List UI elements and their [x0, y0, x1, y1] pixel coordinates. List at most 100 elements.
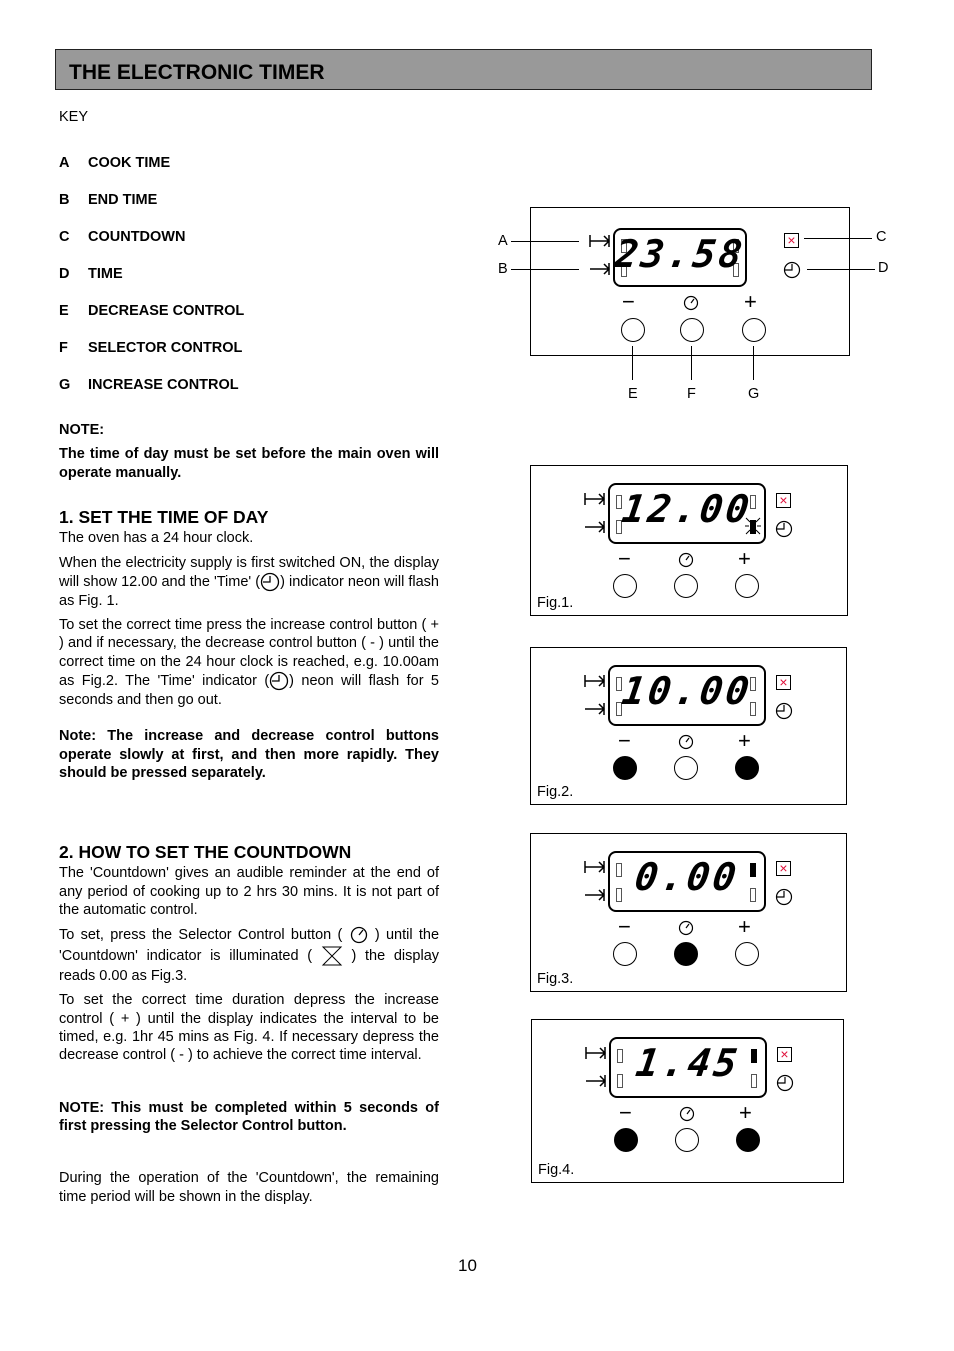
- decrease-button[interactable]: [613, 942, 637, 966]
- clock-icon: [270, 671, 289, 691]
- section-set-time: 1. SET THE TIME OF DAY The oven has a 24…: [59, 508, 439, 782]
- lcd-display: 1.45: [609, 1037, 767, 1098]
- paragraph: To set the correct time duration depress…: [59, 992, 439, 1064]
- lcd-digits: 23.58: [612, 232, 748, 276]
- label-b: B: [498, 261, 508, 277]
- end-time-icon: [590, 263, 611, 275]
- figure-panel: 12.00 × − + Fig.1.: [530, 465, 848, 616]
- increase-button[interactable]: [742, 318, 766, 342]
- minus-symbol: −: [618, 728, 631, 753]
- key-letter: C: [59, 229, 70, 245]
- note-block: NOTE: The time of day must be set before…: [59, 421, 439, 482]
- key-text: DECREASE CONTROL: [88, 303, 245, 319]
- selector-icon: [678, 734, 694, 750]
- figure-panel: 10.00 × − + Fig.2.: [530, 647, 847, 805]
- end-time-icon: [585, 889, 606, 901]
- plus-symbol: +: [738, 546, 751, 571]
- figure-panel: 0.00 × − + Fig.3.: [530, 833, 847, 992]
- selector-button[interactable]: [674, 574, 698, 598]
- key-letter: G: [59, 377, 71, 393]
- callout-line: [804, 238, 872, 239]
- section-heading: 2. HOW TO SET THE COUNTDOWN: [59, 842, 352, 862]
- section-countdown: 2. HOW TO SET THE COUNTDOWN The 'Countdo…: [59, 843, 439, 1206]
- end-time-icon: [585, 521, 606, 533]
- paragraph: The 'Countdown' gives an audible reminde…: [59, 865, 439, 918]
- cook-time-icon: [589, 235, 611, 247]
- countdown-indicator-icon: ×: [776, 861, 791, 876]
- lcd-display: 12.00: [608, 483, 766, 544]
- plus-symbol: +: [738, 728, 751, 753]
- selector-icon: [350, 927, 367, 944]
- selector-icon: [678, 552, 694, 568]
- label-e: E: [628, 386, 638, 402]
- callout-line: [753, 346, 754, 380]
- lcd-display: 0.00: [608, 851, 766, 912]
- cook-time-icon: [584, 861, 606, 873]
- figure-caption: Fig.1.: [537, 595, 574, 611]
- key-text: TIME: [88, 266, 123, 282]
- key-letter: B: [59, 192, 70, 208]
- figure-panel: 1.45 × − + Fig.4.: [531, 1019, 844, 1183]
- label-d: D: [878, 260, 889, 276]
- clock-icon: [775, 520, 793, 538]
- increase-button[interactable]: [736, 1128, 760, 1152]
- selector-button[interactable]: [680, 318, 704, 342]
- lcd-digits: 0.00: [632, 855, 742, 899]
- minus-symbol: −: [618, 914, 631, 939]
- page-title: THE ELECTRONIC TIMER: [69, 61, 325, 84]
- figure-caption: Fig.2.: [537, 784, 574, 800]
- plus-symbol: +: [744, 289, 757, 314]
- cook-time-icon: [584, 493, 606, 505]
- callout-line: [807, 269, 875, 270]
- decrease-button[interactable]: [614, 1128, 638, 1152]
- countdown-indicator-icon: ×: [777, 1047, 792, 1062]
- key-item: C COUNTDOWN: [59, 229, 244, 266]
- decrease-button[interactable]: [621, 318, 645, 342]
- key-item: G INCREASE CONTROL: [59, 377, 244, 414]
- paragraph: To set the correct time press the increa…: [59, 616, 439, 709]
- figure-caption: Fig.3.: [537, 971, 574, 987]
- figure-caption: Fig.4.: [538, 1162, 575, 1178]
- note-heading: NOTE:: [59, 422, 105, 438]
- selector-icon: [678, 920, 694, 936]
- paragraph: When the electricity supply is first swi…: [59, 554, 439, 611]
- key-item: D TIME: [59, 266, 244, 303]
- text-span: To set, press the Selector Control butto…: [59, 927, 343, 944]
- lcd-display: 23.58: [612, 228, 748, 287]
- callout-line: [632, 346, 633, 380]
- clock-icon: [775, 702, 793, 720]
- selector-button[interactable]: [675, 1128, 699, 1152]
- callout-line: [511, 269, 579, 270]
- countdown-indicator-icon: ×: [776, 493, 791, 508]
- label-a: A: [498, 233, 508, 249]
- selector-button[interactable]: [674, 942, 698, 966]
- key-item: E DECREASE CONTROL: [59, 303, 244, 340]
- key-item: B END TIME: [59, 192, 244, 229]
- increase-button[interactable]: [735, 942, 759, 966]
- lcd-digits: 1.45: [633, 1041, 743, 1085]
- key-list: A COOK TIME B END TIME C COUNTDOWN D TIME ED…: [59, 155, 244, 414]
- cook-time-icon: [584, 675, 606, 687]
- lcd-display: 10.00: [608, 665, 766, 726]
- minus-symbol: −: [622, 289, 635, 314]
- decrease-button[interactable]: [613, 574, 637, 598]
- selector-button[interactable]: [674, 756, 698, 780]
- key-item: F SELECTOR CONTROL: [59, 340, 244, 377]
- key-text: INCREASE CONTROL: [88, 377, 239, 393]
- lcd-digits: 12.00: [619, 487, 755, 531]
- increase-button[interactable]: [735, 756, 759, 780]
- decrease-button[interactable]: [613, 756, 637, 780]
- note-text: Note: The increase and decrease control …: [59, 728, 439, 781]
- selector-icon: [679, 1106, 695, 1122]
- end-time-icon: [585, 703, 606, 715]
- paragraph: During the operation of the 'Countdown',…: [59, 1170, 439, 1205]
- increase-button[interactable]: [735, 574, 759, 598]
- label-f: F: [687, 386, 696, 402]
- paragraph: To set, press the Selector Control butto…: [59, 925, 439, 985]
- callout-line: [511, 241, 579, 242]
- countdown-indicator-icon: ×: [776, 675, 791, 690]
- minus-symbol: −: [619, 1100, 632, 1125]
- lcd-digits: 10.00: [619, 669, 755, 713]
- clock-icon: [260, 572, 280, 592]
- key-letter: F: [59, 340, 68, 356]
